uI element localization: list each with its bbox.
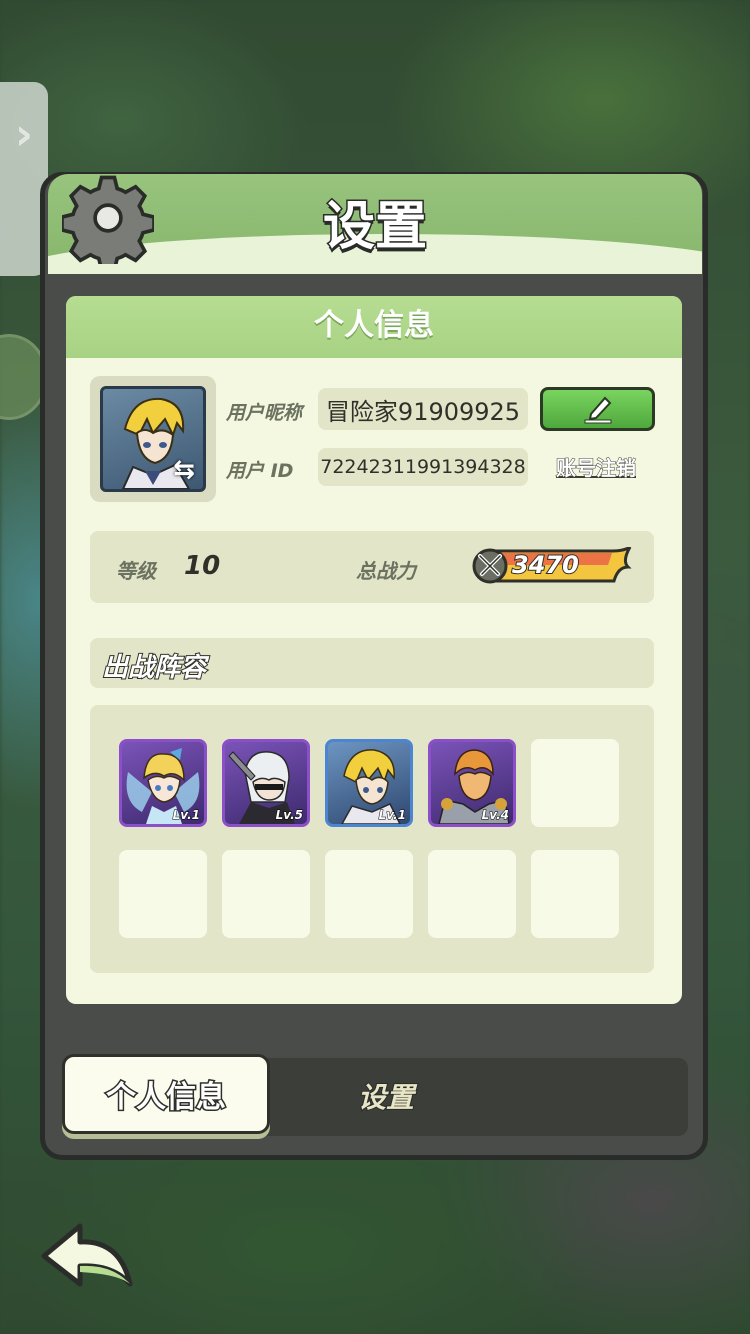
user-id-label: 用户 ID [226, 460, 294, 482]
hero-level: Lv.4 [481, 808, 509, 823]
empty-hero-slot[interactable] [325, 850, 413, 938]
nickname-field: 冒险家91909925 [318, 388, 528, 430]
lineup-header: 出战阵容 [90, 638, 654, 688]
power-badge: 3470 [472, 547, 632, 585]
power-value: 3470 [511, 550, 580, 580]
card-header: 个人信息 [66, 296, 682, 358]
empty-hero-slot[interactable] [222, 850, 310, 938]
crossed-swords-icon [478, 554, 502, 576]
account-deregister-link[interactable]: 账号注销 [546, 452, 646, 482]
power-label: 总战力 [356, 559, 416, 583]
stats-row: 等级 10 总战力 3470 [90, 531, 654, 603]
hero-level: Lv.1 [378, 808, 406, 823]
back-arrow-icon[interactable] [40, 1220, 134, 1294]
empty-hero-slot[interactable] [531, 739, 619, 827]
tab-personal-info[interactable]: 个人信息 [62, 1054, 270, 1134]
avatar-frame[interactable]: ⇆ [90, 376, 216, 502]
page-title: 设置 [321, 196, 428, 259]
empty-hero-slot[interactable] [119, 850, 207, 938]
user-id-field: 72242311991394328 [318, 448, 528, 486]
chevron-right-icon: › [14, 108, 34, 160]
edit-nickname-button[interactable] [540, 387, 655, 431]
level-label: 等级 [116, 559, 156, 583]
hero-slot-4[interactable]: Lv.4 [428, 739, 516, 827]
lineup-grid: Lv.1 Lv.5 Lv.1 Lv.4 [90, 705, 654, 973]
empty-hero-slot[interactable] [531, 850, 619, 938]
empty-hero-slot[interactable] [428, 850, 516, 938]
nickname-label: 用户昵称 [226, 402, 303, 424]
pencil-icon [584, 396, 611, 424]
hero-slot-1[interactable]: Lv.1 [119, 739, 207, 827]
hero-level: Lv.5 [275, 808, 303, 823]
hero-slot-3[interactable]: Lv.1 [325, 739, 413, 827]
level-value: 10 [184, 551, 221, 581]
avatar[interactable]: ⇆ [100, 386, 206, 492]
swap-icon[interactable]: ⇆ [169, 455, 199, 485]
tab-settings[interactable]: 设置 [334, 1076, 438, 1116]
hero-slot-2[interactable]: Lv.5 [222, 739, 310, 827]
lineup-title: 出战阵容 [101, 652, 207, 684]
hero-level: Lv.1 [172, 808, 200, 823]
